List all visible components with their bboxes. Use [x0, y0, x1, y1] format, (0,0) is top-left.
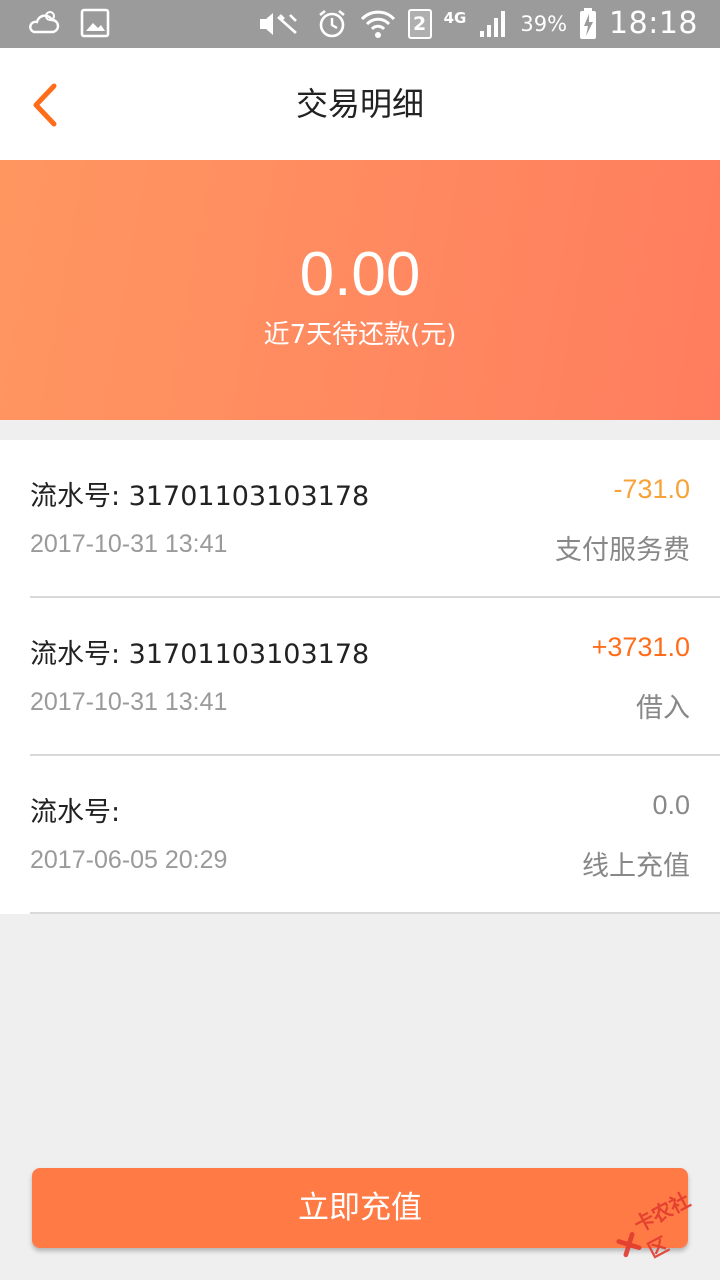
transaction-amount: -731.0 — [613, 474, 690, 504]
transaction-type: 线上充值 — [582, 851, 690, 882]
network-type: 4G — [443, 8, 467, 27]
weather-icon — [29, 11, 60, 34]
transaction-list: 流水号: 31701103103178 -731.0 2017-10-31 13… — [0, 440, 720, 914]
transaction-datetime: 2017-10-31 13:41 — [30, 530, 228, 558]
battery-percent: 39% — [520, 11, 568, 36]
repayment-summary-banner: 0.00 近7天待还款(元) — [0, 160, 720, 420]
mute-icon — [259, 12, 297, 35]
pending-repayment-label: 近7天待还款(元) — [263, 320, 457, 350]
transaction-serial: 流水号: 31701103103178 — [30, 639, 370, 670]
transaction-serial: 流水号: 31701103103178 — [30, 481, 370, 512]
transaction-datetime: 2017-06-05 20:29 — [30, 846, 228, 874]
row-divider — [30, 912, 720, 914]
recharge-now-button[interactable]: 立即充值 — [32, 1168, 688, 1248]
status-bar-right: 2 4G 39% 18:18 — [256, 6, 698, 41]
status-bar: 2 4G 39% 18:18 — [0, 0, 720, 48]
transaction-row[interactable]: 流水号: 31701103103178 -731.0 2017-10-31 13… — [0, 440, 720, 598]
signal-icon — [480, 10, 506, 37]
transaction-row[interactable]: 流水号: 31701103103178 +3731.0 2017-10-31 1… — [0, 598, 720, 756]
gallery-icon — [80, 8, 110, 38]
top-nav-bar: 交易明细 — [0, 48, 720, 160]
sim-slot-badge: 2 — [407, 8, 432, 39]
transaction-datetime: 2017-10-31 13:41 — [30, 688, 228, 716]
transaction-serial: 流水号: — [30, 797, 121, 828]
transaction-amount: 0.0 — [652, 790, 690, 820]
wifi-icon — [360, 10, 395, 38]
alarm-icon — [318, 9, 345, 37]
status-bar-left — [26, 8, 110, 38]
transaction-type: 借入 — [636, 693, 690, 724]
battery-charging-icon — [580, 7, 597, 39]
clock: 18:18 — [609, 6, 698, 41]
transaction-row[interactable]: 流水号: 0.0 2017-06-05 20:29 线上充值 — [0, 756, 720, 914]
page-title: 交易明细 — [295, 85, 424, 123]
pending-repayment-amount: 0.00 — [299, 240, 421, 309]
transaction-type: 支付服务费 — [555, 535, 690, 566]
back-arrow-icon — [33, 83, 57, 127]
back-button[interactable] — [26, 80, 66, 130]
transaction-amount: +3731.0 — [591, 632, 690, 662]
